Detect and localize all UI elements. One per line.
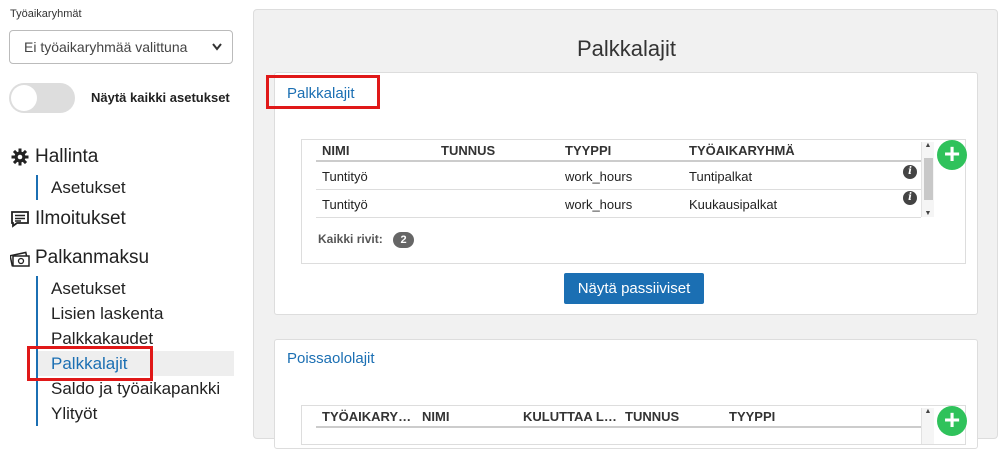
column-header-tunnus[interactable]: TUNNUS	[625, 409, 679, 424]
highlight-box-sidebar	[27, 346, 153, 381]
column-header-tyoaikaryhma[interactable]: TYÖAIKARYHMÄ	[322, 409, 414, 424]
nav-subitems-hallinta: Asetukset	[36, 175, 126, 200]
toggle-knob	[11, 85, 37, 111]
header-divider	[316, 426, 921, 428]
column-header-tyyppi[interactable]: TYYPPI	[729, 409, 775, 424]
row-divider	[316, 217, 921, 218]
sidebar-item-lisien-laskenta[interactable]: Lisien laskenta	[38, 301, 234, 326]
absence-types-grid: TYÖAIKARYHMÄ NIMI KULUTTAA LOMAPÄIVIÄ TU…	[301, 405, 966, 445]
show-all-settings-label: Näytä kaikki asetukset	[91, 90, 230, 105]
total-rows-label: Kaikki rivit:	[318, 232, 383, 246]
info-icon[interactable]: i	[903, 165, 917, 179]
cell-tyoaikaryhma: Kuukausipalkat	[689, 197, 778, 212]
pay-types-grid: NIMI TUNNUS TYYPPI TYÖAIKARYHMÄ Tuntityö…	[301, 139, 966, 264]
cell-tyyppi: work_hours	[565, 169, 633, 184]
grid-scrollbar[interactable]: ▲ ▼	[921, 142, 934, 217]
column-header-kuluttaa-lomapaivia[interactable]: KULUTTAA LOMAPÄIVIÄ	[523, 409, 618, 424]
header-divider	[316, 160, 921, 162]
work-group-select[interactable]: Ei työaikaryhmää valittuna	[9, 30, 233, 64]
cell-tyyppi: work_hours	[565, 197, 633, 212]
highlight-box-card-title	[266, 75, 380, 109]
add-pay-type-button[interactable]: +	[937, 140, 967, 170]
scroll-up-icon[interactable]: ▲	[922, 142, 934, 149]
work-group-select-value: Ei työaikaryhmää valittuna	[24, 39, 188, 55]
cell-tyoaikaryhma: Tuntipalkat	[689, 169, 753, 184]
nav-section-label: Ilmoitukset	[35, 208, 126, 229]
money-icon	[10, 248, 30, 268]
cell-nimi: Tuntityö	[322, 197, 368, 212]
chevron-down-icon	[211, 31, 223, 75]
main-panel: Palkkalajit Palkkalajit NIMI TUNNUS TYYP…	[253, 9, 998, 449]
show-passive-button[interactable]: Näytä passiiviset	[564, 273, 704, 304]
nav-section-hallinta[interactable]: Hallinta	[10, 146, 98, 168]
sidebar-item-asetukset[interactable]: Asetukset	[38, 276, 234, 301]
column-header-tyyppi[interactable]: TYYPPI	[565, 143, 611, 158]
absence-types-card-title[interactable]: Poissaololajit	[287, 350, 375, 367]
show-all-settings-toggle[interactable]	[9, 83, 75, 113]
grid-scrollbar[interactable]: ▲	[921, 408, 934, 444]
sidebar: Työaikaryhmät Ei työaikaryhmää valittuna…	[0, 0, 245, 430]
column-header-tyoaikaryhma[interactable]: TYÖAIKARYHMÄ	[689, 143, 799, 158]
work-groups-label: Työaikaryhmät	[10, 8, 82, 20]
scroll-up-icon[interactable]: ▲	[922, 408, 934, 415]
nav-section-palkanmaksu[interactable]: Palkanmaksu	[10, 247, 149, 269]
absence-types-card: Poissaololajit TYÖAIKARYHMÄ NIMI KULUTTA…	[274, 339, 978, 449]
nav-section-label: Hallinta	[35, 146, 99, 167]
total-rows-badge: 2	[393, 232, 414, 248]
scroll-thumb[interactable]	[924, 158, 933, 200]
page-title: Palkkalajit	[576, 36, 677, 61]
column-header-nimi[interactable]: NIMI	[422, 409, 449, 424]
column-header-tunnus[interactable]: TUNNUS	[441, 143, 495, 158]
add-absence-type-button[interactable]: +	[937, 406, 967, 436]
gear-icon	[10, 147, 30, 167]
column-header-nimi[interactable]: NIMI	[322, 143, 349, 158]
nav-section-label: Palkanmaksu	[35, 247, 150, 268]
nav-section-ilmoitukset[interactable]: Ilmoitukset	[10, 208, 126, 230]
scroll-down-icon[interactable]: ▼	[922, 210, 934, 217]
info-icon[interactable]: i	[903, 191, 917, 205]
message-icon	[10, 209, 30, 229]
sidebar-item-asetukset[interactable]: Asetukset	[38, 175, 126, 200]
sidebar-item-ylityot[interactable]: Ylityöt	[38, 401, 234, 426]
cell-nimi: Tuntityö	[322, 169, 368, 184]
row-divider	[316, 189, 921, 190]
